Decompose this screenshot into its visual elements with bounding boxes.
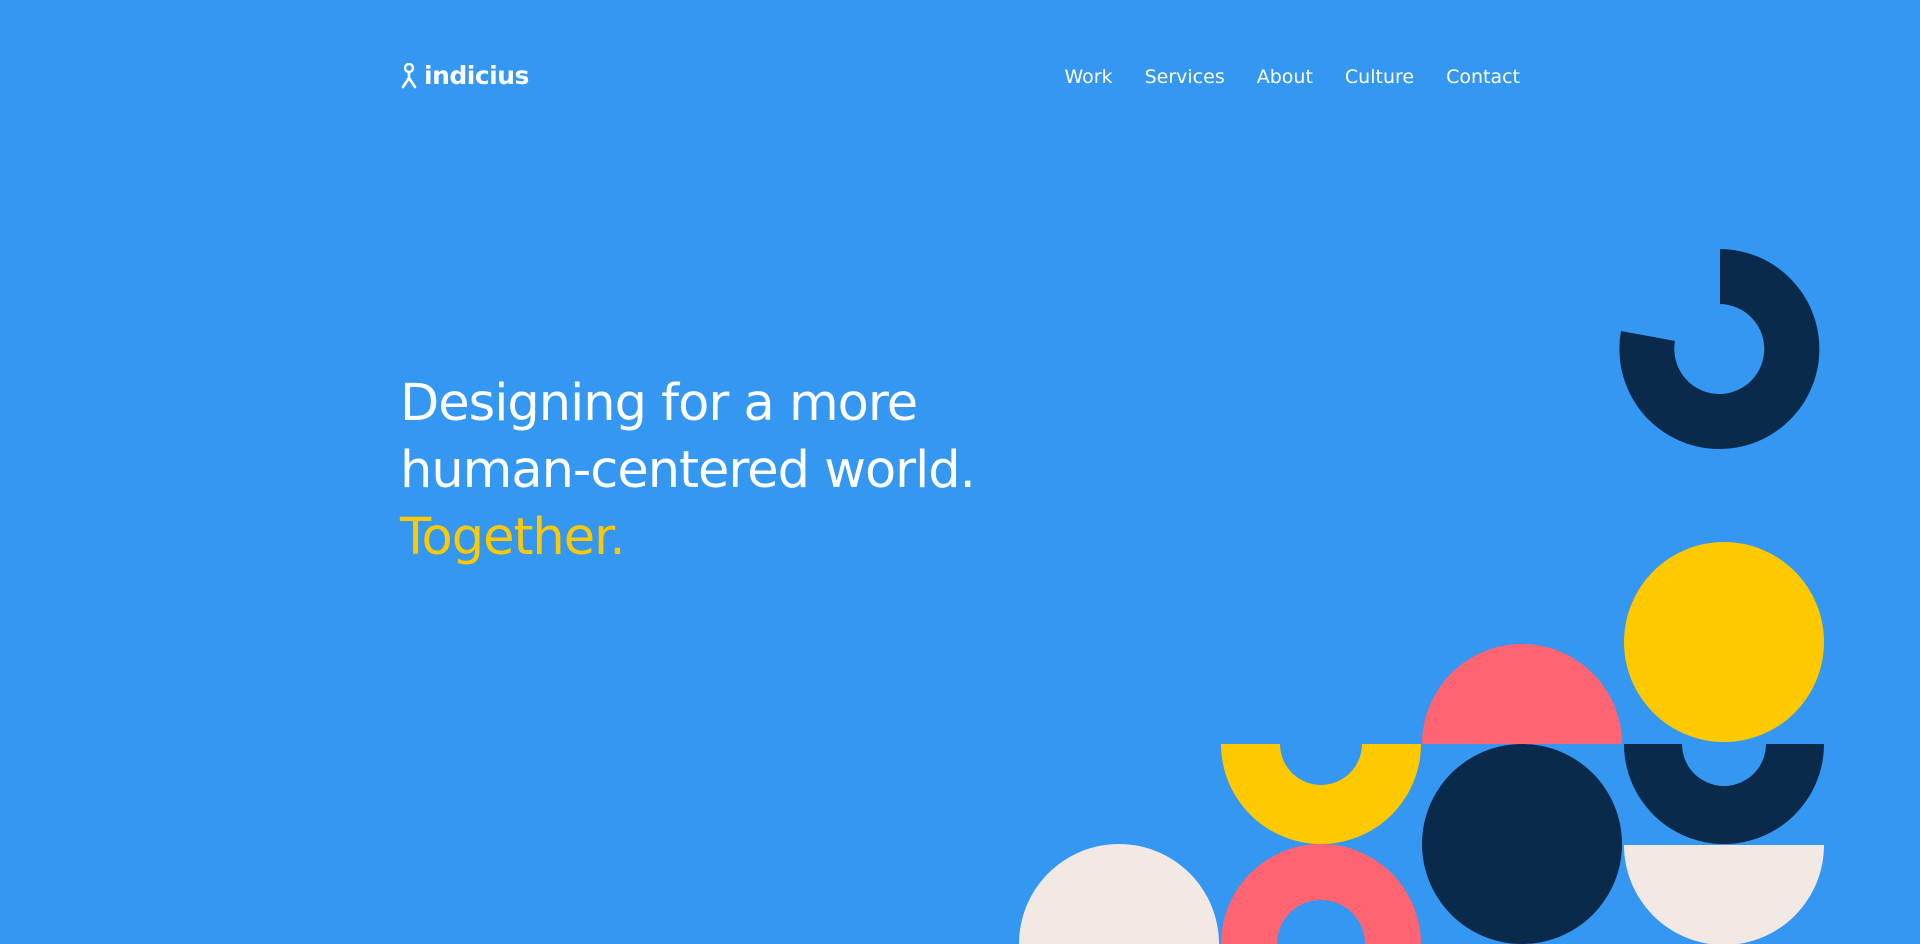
nav-link-culture[interactable]: Culture bbox=[1345, 64, 1414, 90]
page: indicius Work Services About Culture Con… bbox=[0, 0, 1920, 944]
yellow-bowl-shape bbox=[1221, 744, 1421, 844]
hero-headline: Designing for a more human-centered worl… bbox=[400, 370, 1160, 571]
cream-half-circle-right-shape bbox=[1624, 845, 1824, 944]
site-header: indicius Work Services About Culture Con… bbox=[0, 0, 1920, 150]
nav-link-about[interactable]: About bbox=[1257, 64, 1313, 90]
navy-bowl-shape bbox=[1624, 744, 1824, 844]
hero-section: Designing for a more human-centered worl… bbox=[400, 370, 1160, 571]
person-mark-icon bbox=[401, 63, 417, 89]
hero-headline-line-1: Designing for a more bbox=[400, 374, 918, 433]
main-nav: Work Services About Culture Contact bbox=[1064, 64, 1520, 90]
nav-link-services[interactable]: Services bbox=[1145, 64, 1225, 90]
yellow-circle-shape bbox=[1624, 542, 1824, 742]
nav-link-contact[interactable]: Contact bbox=[1446, 64, 1520, 90]
hero-headline-line-2: human-centered world. bbox=[400, 441, 976, 500]
navy-circle-shape bbox=[1422, 744, 1622, 944]
logo-link[interactable]: indicius bbox=[400, 62, 529, 90]
coral-half-circle-shape bbox=[1422, 644, 1622, 744]
coral-arch-shape bbox=[1221, 844, 1421, 944]
hero-headline-accent: Together. bbox=[400, 508, 626, 567]
brand-name: indicius bbox=[424, 61, 529, 90]
nav-link-work[interactable]: Work bbox=[1064, 64, 1112, 90]
cream-half-circle-left-shape bbox=[1019, 844, 1219, 944]
navy-ring-shape bbox=[1619, 249, 1820, 449]
